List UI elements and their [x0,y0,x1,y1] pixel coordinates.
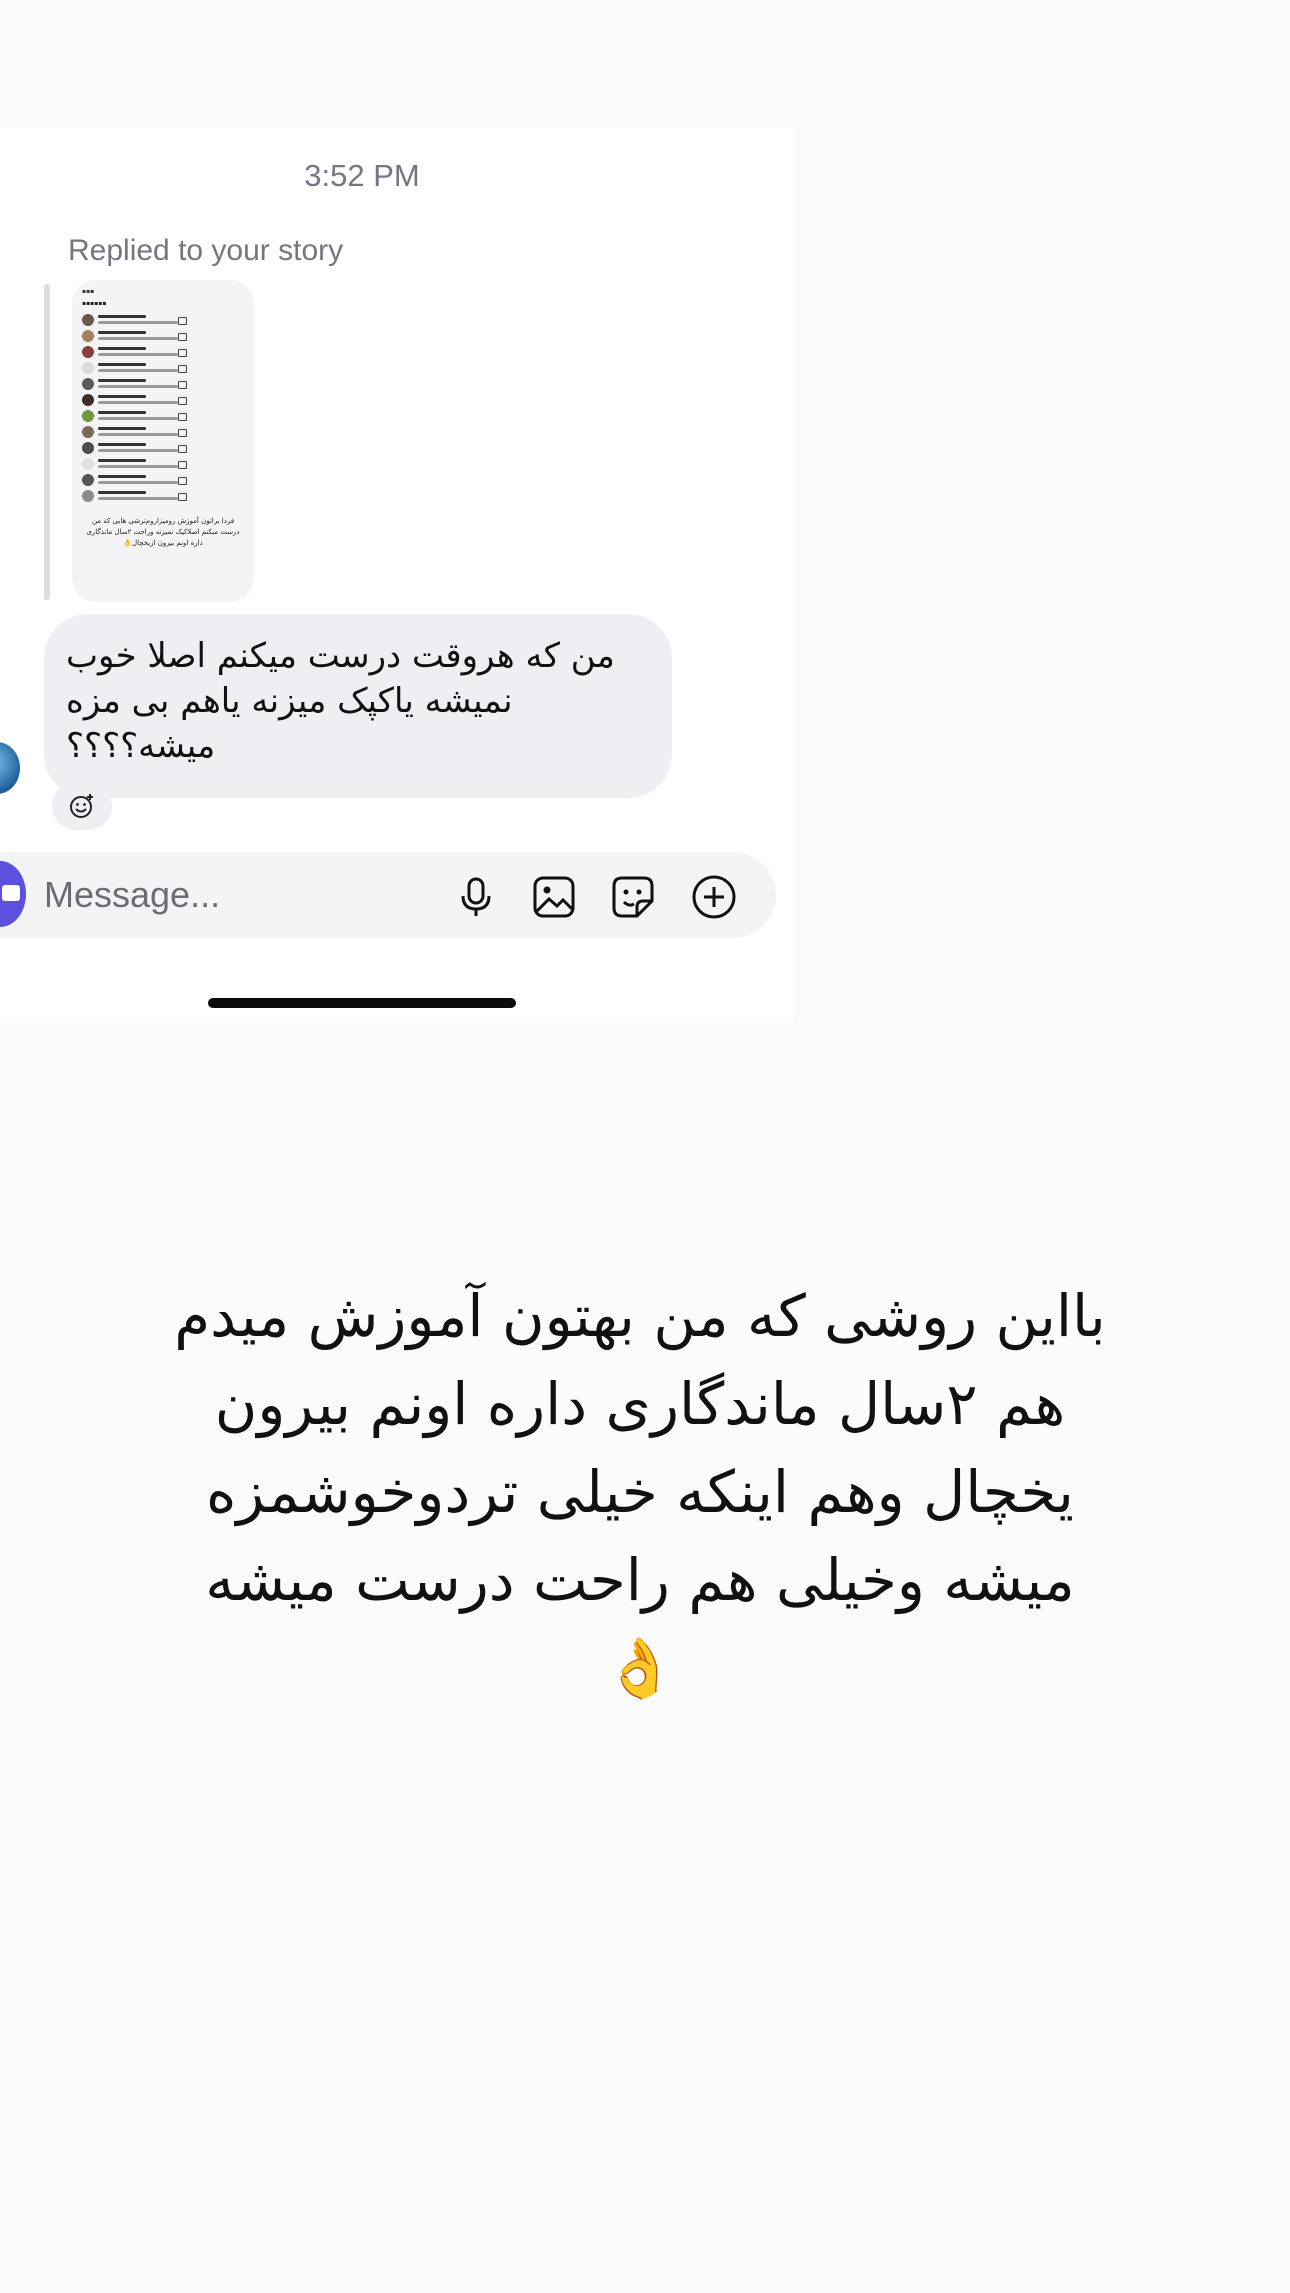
thumb-list-item [82,314,242,328]
thumb-status-bar: ▪▪▪ [82,288,95,295]
sender-avatar[interactable] [0,742,20,794]
reply-indicator-bar [44,284,50,600]
thumb-list-item [82,330,242,344]
thumb-list-item [82,474,242,488]
message-timestamp: 3:52 PM [304,158,420,193]
story-preview-caption: فردا براتون آموزش رومیزاروم‌ترشی هایی که… [86,517,240,547]
emoji-add-icon [70,794,93,818]
gallery-icon[interactable] [530,873,578,921]
thumb-list-item [82,378,242,392]
thumb-list-item [82,490,242,504]
thumb-header: ▪▪▪▪▪▪ [82,300,107,307]
home-indicator [208,998,516,1008]
story-caption-text: بااین روشی که من بهتون آموزش میدم هم ۲سا… [174,1282,1106,1702]
dm-screenshot: 3:52 PM Replied to your story ▪▪▪ ▪▪▪▪▪▪… [0,128,794,1023]
thumb-list-item [82,426,242,440]
message-text: من که هروقت درست میکنم اصلا خوب نمیشه یا… [66,636,615,766]
received-message-bubble[interactable]: من که هروقت درست میکنم اصلا خوب نمیشه یا… [44,614,672,798]
add-reaction-button[interactable] [52,782,112,830]
message-input[interactable] [44,873,424,917]
camera-button[interactable] [0,861,26,927]
thumb-list-item [82,346,242,360]
add-icon[interactable] [690,873,738,921]
thumb-list-item [82,362,242,376]
thumb-list-item [82,458,242,472]
thumb-list-item [82,394,242,408]
camera-icon [2,885,20,901]
sticker-icon[interactable] [609,873,657,921]
story-preview-thumbnail[interactable]: ▪▪▪ ▪▪▪▪▪▪ فردا براتون آموزش رومیزاروم‌ت… [72,280,254,602]
reply-label: Replied to your story [68,234,344,267]
microphone-icon[interactable] [452,873,500,921]
thumb-list-item [82,442,242,456]
thumb-list-item [82,410,242,424]
